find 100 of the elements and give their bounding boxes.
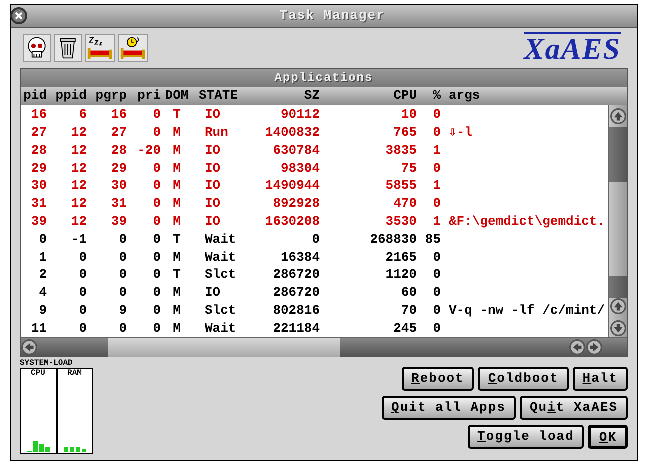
column-header[interactable]: CPU (320, 86, 417, 106)
table-cell-text: 0 (152, 124, 161, 142)
dialog-button[interactable]: Quit XaAES (520, 396, 628, 420)
scroll-up-icon[interactable] (610, 298, 626, 315)
scroll-down-icon[interactable] (610, 320, 626, 337)
vertical-scrollbar[interactable] (608, 105, 627, 337)
scroll-up-icon[interactable] (610, 108, 626, 125)
process-row[interactable]: 4 0 0 0 M IO 286720 60 0 (21, 284, 608, 302)
process-row[interactable]: 31 12 31 0 M IO 892928 470 0 (21, 194, 608, 213)
scroll-right-icon[interactable] (586, 338, 603, 356)
process-row[interactable]: 39 12 39 0 M IO 1630208 3530 1 &F:\gemdict\gemdict. (21, 212, 608, 231)
table-cell-text: 12 (70, 212, 87, 231)
dialog-button[interactable]: Halt (572, 367, 628, 391)
column-header[interactable]: STATE (193, 86, 263, 106)
table-cell-text: 12 (70, 177, 87, 196)
process-row[interactable]: 27 12 27 0 M Run 1400832 765 0 ⇩-l (21, 124, 608, 142)
table-cell-text: 75 (400, 160, 417, 178)
table-cell-text: 90112 (280, 106, 320, 124)
graph-label: RAM (68, 369, 82, 378)
table-cell-text: 0 (152, 248, 161, 267)
dialog-button[interactable]: OK (588, 425, 628, 449)
trash-icon[interactable] (54, 34, 82, 62)
scroll-left-icon[interactable] (569, 338, 586, 356)
column-header[interactable]: pri (127, 86, 161, 106)
table-cell-text: 16 (30, 106, 47, 124)
table-cell-text: 1 (432, 212, 441, 231)
process-row[interactable]: 11 0 0 0 M Wait 221184 245 0 (21, 320, 608, 338)
table-cell-text: 1400832 (264, 124, 320, 142)
table-cell-text: M (172, 124, 182, 142)
dialog-button[interactable]: Coldboot (478, 367, 569, 391)
table-cell-text: 4 (38, 284, 47, 302)
table-cell-text: 802816 (272, 302, 320, 320)
process-row[interactable]: 1 0 0 0 M Wait 16384 2165 0 (21, 248, 608, 266)
close-icon[interactable] (10, 7, 28, 25)
table-cell-text: 765 (392, 124, 417, 142)
table-cell-text: 11 (30, 320, 47, 338)
table-cell-text: 0 (78, 266, 87, 284)
table-cell-text: M (172, 142, 182, 160)
dialog-button[interactable]: Toggle load (468, 425, 584, 449)
table-cell-text: 60 (400, 284, 417, 302)
scroll-thumb[interactable] (108, 338, 340, 356)
table-cell-text: IO (204, 284, 222, 302)
table-cell-text: 28 (110, 142, 127, 160)
table-cell-text: 0 (152, 106, 161, 124)
table-cell-text: 12 (70, 195, 87, 214)
table-cell-text: 286720 (272, 266, 320, 284)
process-row[interactable]: 0 -1 0 0 T Wait 0 268830 85 (21, 230, 608, 248)
dialog-button[interactable]: Quit all Apps (382, 396, 516, 420)
load-bars-drawing (26, 441, 50, 452)
table-cell-text: 12 (70, 124, 87, 142)
table-cell-text: 0 (118, 266, 127, 284)
horizontal-scrollbar[interactable] (21, 337, 627, 356)
column-header[interactable]: % (417, 86, 441, 106)
table-cell-text: 0 (432, 106, 441, 124)
table-cell-text: 2 (38, 266, 47, 284)
process-row[interactable]: 9 0 9 0 M Slct 802816 70 0 V-q -nw -lf /c/mint/ (21, 302, 608, 320)
table-cell-text: 3835 (384, 142, 417, 160)
table-cell-text: 39 (30, 212, 47, 231)
table-cell-text: 1490944 (264, 177, 320, 196)
table-cell-text: 30 (110, 177, 127, 196)
table-cell-text: 31 (110, 195, 127, 214)
column-header[interactable]: pgrp (87, 86, 127, 106)
alarm-bed-icon[interactable] (118, 34, 148, 62)
table-cell-text: 1630208 (264, 212, 320, 231)
table-cell-text: -20 (136, 142, 161, 160)
table-cell-text: V-q -nw -lf /c/mint/ (448, 302, 606, 320)
table-cell-text: M (172, 195, 182, 214)
column-header[interactable]: pid (21, 86, 47, 106)
scroll-thumb[interactable] (608, 127, 628, 182)
process-row[interactable]: 29 12 29 0 M IO 98304 75 0 (21, 159, 608, 178)
graph-label: CPU (31, 369, 46, 378)
table-cell-text: 16384 (280, 248, 320, 267)
process-row[interactable]: 16 6 16 0 T IO 90112 10 0 (21, 106, 608, 124)
table-cell-text: IO (204, 160, 222, 178)
system-load-title: SYSTEM-LOAD (20, 359, 74, 368)
window-title: Task Manager (278, 7, 386, 26)
table-cell-text: Wait (204, 230, 238, 249)
scroll-left-icon[interactable] (21, 338, 38, 356)
table-cell-text: 0 (152, 320, 161, 338)
table-cell-text: 268830 (369, 230, 417, 249)
table-cell-text: 0 (152, 284, 161, 302)
sleeping-bed-icon[interactable] (85, 34, 115, 62)
table-cell-text: 0 (152, 266, 161, 284)
process-row[interactable]: 30 12 30 0 M IO 1490944 5855 1 (21, 177, 608, 195)
dialog-button[interactable]: Reboot (402, 367, 474, 391)
table-cell-text: T (172, 266, 182, 284)
table-cell-text: M (172, 177, 182, 196)
table-cell-text: M (172, 248, 182, 267)
table-cell-text: 16 (110, 106, 127, 124)
table-cell-text: -1 (70, 230, 87, 249)
skull-icon[interactable] (23, 34, 51, 62)
table-cell-text: 0 (152, 230, 161, 249)
table-cell-text: 0 (432, 266, 441, 284)
process-row[interactable]: 2 0 0 0 T Slct 286720 1120 0 (21, 266, 608, 284)
column-header[interactable]: SZ (263, 86, 320, 106)
column-header[interactable]: ppid (47, 86, 87, 106)
process-row[interactable]: 28 12 28 -20 M IO 630784 3835 1 (21, 142, 608, 160)
table-cell-text: 98304 (280, 160, 320, 178)
column-header[interactable]: DOM (161, 86, 193, 106)
column-header[interactable]: args (441, 86, 627, 106)
